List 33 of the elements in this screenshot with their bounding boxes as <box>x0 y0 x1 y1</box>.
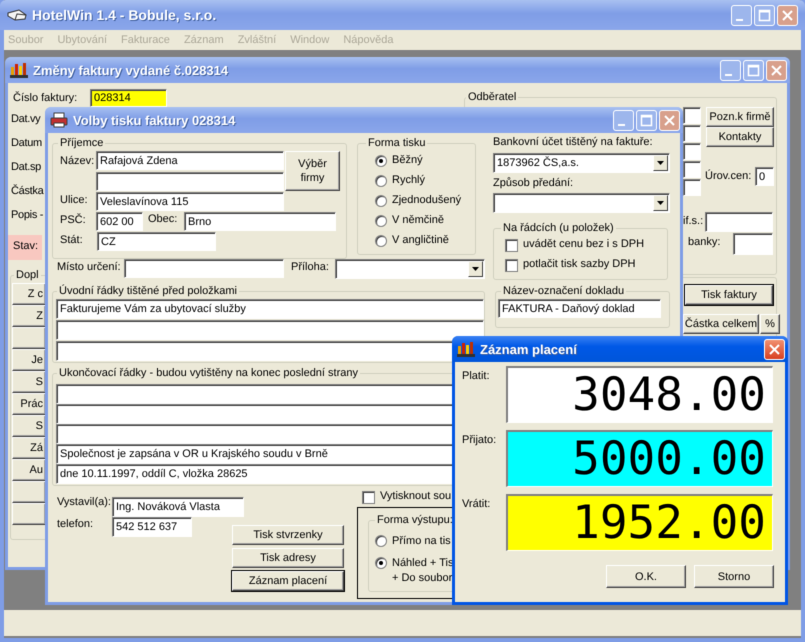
field-label: Příloha: <box>291 261 329 273</box>
field-label: Popis - <box>11 209 44 223</box>
window-title: Volby tisku faktury 028314 <box>73 112 236 128</box>
field-label: Způsob předání: <box>493 177 574 189</box>
field-label: Částka <box>11 185 44 199</box>
field-label: Úrov.cen: <box>705 170 752 182</box>
window-title: Záznam placení <box>480 342 577 356</box>
field-label: Název: <box>60 155 94 167</box>
field-label: Vystavil(a): <box>57 496 111 508</box>
field-label: telefon: <box>57 518 94 530</box>
field-label: Číslo faktury: <box>13 92 78 104</box>
field-label: Stát: <box>60 234 83 246</box>
group-label: Na řádcích (u položek) <box>501 221 616 235</box>
window-title: HotelWin 1.4 - Bobule, s.r.o. <box>32 7 216 23</box>
group-label: Příjemce <box>58 136 106 150</box>
group-label: Dopl <box>14 268 41 282</box>
field-label: Dat.vy <box>11 113 42 127</box>
window-title: Změny faktury vydané č.028314 <box>33 62 228 78</box>
field-label: Obec: <box>148 213 178 225</box>
field-label: Bankovní účet tištěný na faktuře: <box>493 136 653 148</box>
field-label: Dat.sp <box>11 161 42 175</box>
field-label: Místo určení: <box>57 261 121 273</box>
field-label: if.s.: <box>683 215 704 227</box>
field-label: Platit: <box>462 369 491 384</box>
group-label: Úvodní řádky tištěné před položkami <box>57 284 239 298</box>
field-label: Stav: <box>13 240 38 252</box>
field-label: Datum <box>11 137 43 151</box>
field-label: PSČ: <box>60 214 86 226</box>
group-label: Forma výstupu: <box>375 513 455 527</box>
field-label: Vrátit: <box>462 497 492 512</box>
field-label: banky: <box>688 236 720 248</box>
group-label: Ukončovací řádky - budou vytištěny na konec poslední strany <box>57 366 360 380</box>
field-label: Ulice: <box>60 194 88 206</box>
